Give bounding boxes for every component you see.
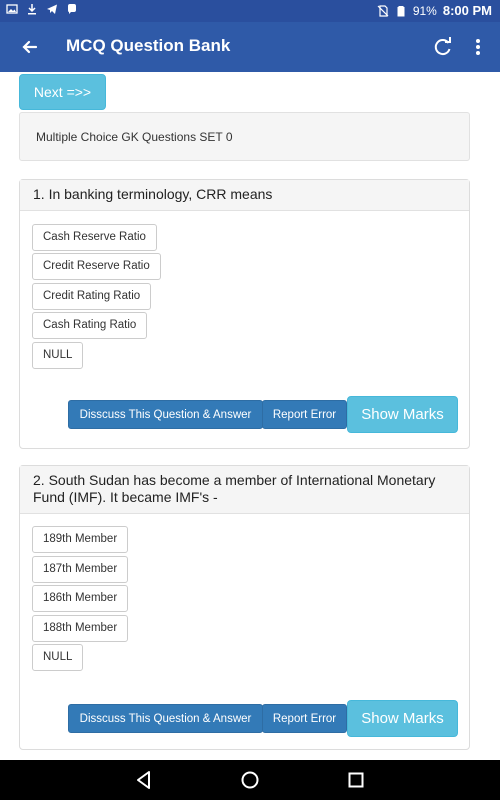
question-card-2: 2. South Sudan has become a member of In… — [19, 465, 470, 750]
page-title: MCQ Question Bank — [66, 36, 231, 55]
image-icon — [6, 4, 18, 14]
option-3[interactable]: 186th Member — [32, 585, 129, 612]
next-button[interactable]: Next =>> — [19, 74, 106, 110]
system-icons: 91% 8:00 PM — [377, 3, 492, 18]
discuss-button[interactable]: Disscuss This Question & Answer — [68, 704, 263, 733]
telegram-icon — [47, 4, 57, 14]
option-5[interactable]: NULL — [32, 644, 84, 671]
option-3[interactable]: Credit Rating Ratio — [32, 283, 152, 310]
content-area[interactable]: Next =>> Multiple Choice GK Questions SE… — [0, 72, 500, 760]
option-1[interactable]: 189th Member — [32, 526, 129, 553]
report-error-button[interactable]: Report Error — [262, 704, 347, 733]
report-error-button[interactable]: Report Error — [262, 400, 347, 429]
back-arrow-icon[interactable] — [16, 33, 44, 61]
show-marks-button[interactable]: Show Marks — [347, 396, 458, 433]
question-card-1: 1. In banking terminology, CRR means Cas… — [19, 179, 470, 449]
recents-nav-icon[interactable] — [345, 769, 367, 791]
no-sim-icon — [377, 4, 389, 17]
option-2[interactable]: 187th Member — [32, 556, 129, 583]
app-bar: MCQ Question Bank — [0, 22, 500, 72]
option-2[interactable]: Credit Reserve Ratio — [32, 253, 161, 280]
question-text: 2. South Sudan has become a member of In… — [33, 472, 436, 505]
status-bar: 91% 8:00 PM — [0, 0, 500, 22]
back-nav-icon[interactable] — [133, 769, 155, 791]
discuss-button[interactable]: Disscuss This Question & Answer — [68, 400, 263, 429]
question-text: 1. In banking terminology, CRR means — [33, 186, 273, 202]
download-icon — [28, 4, 36, 15]
question-heading: 2. South Sudan has become a member of In… — [20, 466, 469, 514]
set-title: Multiple Choice GK Questions SET 0 — [36, 130, 233, 144]
more-options-icon[interactable] — [468, 34, 488, 60]
set-title-panel: Multiple Choice GK Questions SET 0 — [19, 112, 470, 161]
question-heading: 1. In banking terminology, CRR means — [20, 180, 469, 211]
battery-icon — [397, 5, 405, 16]
viber-icon — [68, 4, 76, 14]
option-4[interactable]: Cash Rating Ratio — [32, 312, 148, 339]
refresh-icon[interactable] — [430, 34, 456, 60]
show-marks-button[interactable]: Show Marks — [347, 700, 458, 737]
option-4[interactable]: 188th Member — [32, 615, 129, 642]
option-1[interactable]: Cash Reserve Ratio — [32, 224, 157, 251]
battery-level: 91% — [412, 3, 437, 18]
navigation-bar — [0, 760, 500, 800]
option-5[interactable]: NULL — [32, 342, 84, 369]
notification-icons — [6, 3, 78, 15]
home-nav-icon[interactable] — [239, 769, 261, 791]
clock: 8:00 PM — [442, 3, 492, 18]
